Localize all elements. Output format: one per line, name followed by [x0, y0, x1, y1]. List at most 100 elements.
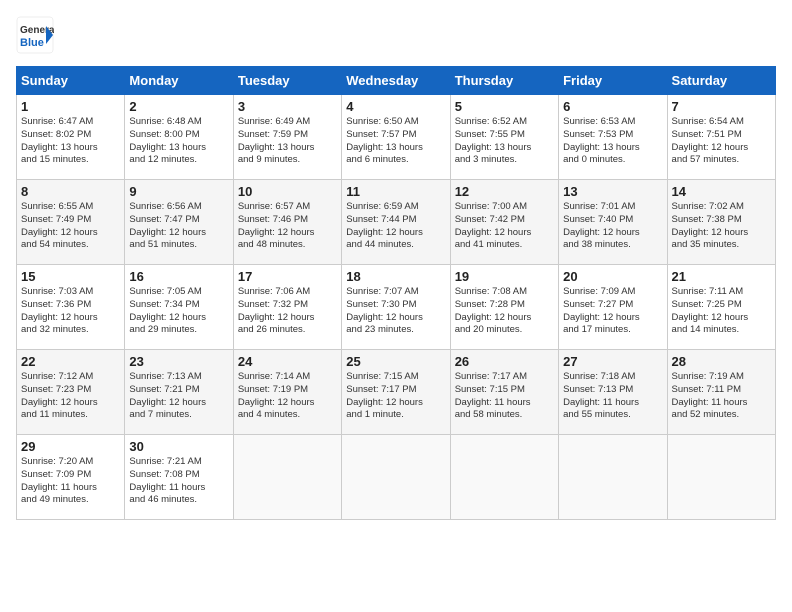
- calendar-cell: 24Sunrise: 7:14 AMSunset: 7:19 PMDayligh…: [233, 350, 341, 435]
- day-number: 30: [129, 439, 228, 454]
- day-number: 8: [21, 184, 120, 199]
- calendar-cell: 17Sunrise: 7:06 AMSunset: 7:32 PMDayligh…: [233, 265, 341, 350]
- calendar-cell: 6 Sunrise: 6:53 AMSunset: 7:53 PMDaylight…: [559, 95, 667, 180]
- week-row-3: 15 Sunrise: 7:03 AMSunset: 7:36 PMDayligh…: [17, 265, 776, 350]
- header-friday: Friday: [559, 67, 667, 95]
- day-number: 25: [346, 354, 445, 369]
- cell-content: Sunrise: 6:50 AMSunset: 7:57 PMDaylight:…: [346, 116, 445, 167]
- cell-content: Sunrise: 6:53 AMSunset: 7:53 PMDaylight:…: [563, 116, 662, 167]
- cell-content: Sunrise: 7:01 AMSunset: 7:40 PMDaylight:…: [563, 201, 662, 252]
- calendar-cell: 30 Sunrise: 7:21 AMSunset: 7:08 PMDayligh…: [125, 435, 233, 520]
- week-row-5: 29 Sunrise: 7:20 AMSunset: 7:09 PMDayligh…: [17, 435, 776, 520]
- day-number: 3: [238, 99, 337, 114]
- header-thursday: Thursday: [450, 67, 558, 95]
- calendar-cell: 15 Sunrise: 7:03 AMSunset: 7:36 PMDayligh…: [17, 265, 125, 350]
- day-number: 22: [21, 354, 120, 369]
- day-number: 11: [346, 184, 445, 199]
- cell-content: Sunrise: 7:17 AMSunset: 7:15 PMDaylight:…: [455, 371, 554, 422]
- day-number: 14: [672, 184, 771, 199]
- day-number: 29: [21, 439, 120, 454]
- cell-content: Sunrise: 7:12 AMSunset: 7:23 PMDaylight:…: [21, 371, 120, 422]
- calendar-cell: 1 Sunrise: 6:47 AMSunset: 8:02 PMDaylight…: [17, 95, 125, 180]
- day-number: 4: [346, 99, 445, 114]
- day-number: 26: [455, 354, 554, 369]
- page-header: General Blue: [16, 16, 776, 54]
- cell-content: Sunrise: 7:08 AMSunset: 7:28 PMDaylight:…: [455, 286, 554, 337]
- calendar-cell: [342, 435, 450, 520]
- calendar-cell: 13 Sunrise: 7:01 AMSunset: 7:40 PMDayligh…: [559, 180, 667, 265]
- week-row-4: 22 Sunrise: 7:12 AMSunset: 7:23 PMDayligh…: [17, 350, 776, 435]
- day-number: 12: [455, 184, 554, 199]
- calendar-cell: 14 Sunrise: 7:02 AMSunset: 7:38 PMDayligh…: [667, 180, 775, 265]
- calendar-cell: [233, 435, 341, 520]
- calendar-cell: 25Sunrise: 7:15 AMSunset: 7:17 PMDayligh…: [342, 350, 450, 435]
- cell-content: Sunrise: 7:09 AMSunset: 7:27 PMDaylight:…: [563, 286, 662, 337]
- day-number: 17: [238, 269, 337, 284]
- header-wednesday: Wednesday: [342, 67, 450, 95]
- day-number: 9: [129, 184, 228, 199]
- cell-content: Sunrise: 6:52 AMSunset: 7:55 PMDaylight:…: [455, 116, 554, 167]
- header-saturday: Saturday: [667, 67, 775, 95]
- cell-content: Sunrise: 6:54 AMSunset: 7:51 PMDaylight:…: [672, 116, 771, 167]
- cell-content: Sunrise: 7:00 AMSunset: 7:42 PMDaylight:…: [455, 201, 554, 252]
- day-number: 23: [129, 354, 228, 369]
- cell-content: Sunrise: 6:59 AMSunset: 7:44 PMDaylight:…: [346, 201, 445, 252]
- header-sunday: Sunday: [17, 67, 125, 95]
- calendar-cell: 8 Sunrise: 6:55 AMSunset: 7:49 PMDaylight…: [17, 180, 125, 265]
- cell-content: Sunrise: 6:55 AMSunset: 7:49 PMDaylight:…: [21, 201, 120, 252]
- cell-content: Sunrise: 7:07 AMSunset: 7:30 PMDaylight:…: [346, 286, 445, 337]
- cell-content: Sunrise: 7:20 AMSunset: 7:09 PMDaylight:…: [21, 456, 120, 507]
- day-number: 7: [672, 99, 771, 114]
- logo: General Blue: [16, 16, 54, 54]
- calendar-cell: 10 Sunrise: 6:57 AMSunset: 7:46 PMDayligh…: [233, 180, 341, 265]
- calendar-cell: 26 Sunrise: 7:17 AMSunset: 7:15 PMDayligh…: [450, 350, 558, 435]
- day-number: 5: [455, 99, 554, 114]
- cell-content: Sunrise: 7:19 AMSunset: 7:11 PMDaylight:…: [672, 371, 771, 422]
- day-number: 21: [672, 269, 771, 284]
- day-number: 19: [455, 269, 554, 284]
- calendar-cell: 22 Sunrise: 7:12 AMSunset: 7:23 PMDayligh…: [17, 350, 125, 435]
- calendar-cell: 3 Sunrise: 6:49 AMSunset: 7:59 PMDaylight…: [233, 95, 341, 180]
- cell-content: Sunrise: 7:02 AMSunset: 7:38 PMDaylight:…: [672, 201, 771, 252]
- calendar-cell: 19 Sunrise: 7:08 AMSunset: 7:28 PMDayligh…: [450, 265, 558, 350]
- header-monday: Monday: [125, 67, 233, 95]
- svg-text:Blue: Blue: [20, 37, 44, 49]
- cell-content: Sunrise: 6:56 AMSunset: 7:47 PMDaylight:…: [129, 201, 228, 252]
- cell-content: Sunrise: 6:48 AMSunset: 8:00 PMDaylight:…: [129, 116, 228, 167]
- cell-content: Sunrise: 7:18 AMSunset: 7:13 PMDaylight:…: [563, 371, 662, 422]
- cell-content: Sunrise: 7:03 AMSunset: 7:36 PMDaylight:…: [21, 286, 120, 337]
- cell-content: Sunrise: 6:49 AMSunset: 7:59 PMDaylight:…: [238, 116, 337, 167]
- day-number: 1: [21, 99, 120, 114]
- day-number: 16: [129, 269, 228, 284]
- calendar-header: SundayMondayTuesdayWednesdayThursdayFrid…: [17, 67, 776, 95]
- calendar-cell: 9 Sunrise: 6:56 AMSunset: 7:47 PMDaylight…: [125, 180, 233, 265]
- calendar-cell: 23Sunrise: 7:13 AMSunset: 7:21 PMDayligh…: [125, 350, 233, 435]
- calendar-cell: 12 Sunrise: 7:00 AMSunset: 7:42 PMDayligh…: [450, 180, 558, 265]
- week-row-2: 8 Sunrise: 6:55 AMSunset: 7:49 PMDaylight…: [17, 180, 776, 265]
- day-number: 28: [672, 354, 771, 369]
- calendar-cell: 5 Sunrise: 6:52 AMSunset: 7:55 PMDaylight…: [450, 95, 558, 180]
- calendar-cell: 2Sunrise: 6:48 AMSunset: 8:00 PMDaylight…: [125, 95, 233, 180]
- calendar-cell: 11 Sunrise: 6:59 AMSunset: 7:44 PMDayligh…: [342, 180, 450, 265]
- cell-content: Sunrise: 7:11 AMSunset: 7:25 PMDaylight:…: [672, 286, 771, 337]
- day-number: 20: [563, 269, 662, 284]
- calendar-cell: 16 Sunrise: 7:05 AMSunset: 7:34 PMDayligh…: [125, 265, 233, 350]
- header-tuesday: Tuesday: [233, 67, 341, 95]
- calendar-body: 1 Sunrise: 6:47 AMSunset: 8:02 PMDaylight…: [17, 95, 776, 520]
- cell-content: Sunrise: 6:47 AMSunset: 8:02 PMDaylight:…: [21, 116, 120, 167]
- week-row-1: 1 Sunrise: 6:47 AMSunset: 8:02 PMDaylight…: [17, 95, 776, 180]
- calendar-cell: 18Sunrise: 7:07 AMSunset: 7:30 PMDayligh…: [342, 265, 450, 350]
- day-number: 15: [21, 269, 120, 284]
- cell-content: Sunrise: 7:05 AMSunset: 7:34 PMDaylight:…: [129, 286, 228, 337]
- day-number: 10: [238, 184, 337, 199]
- calendar-cell: [667, 435, 775, 520]
- calendar-cell: 7 Sunrise: 6:54 AMSunset: 7:51 PMDaylight…: [667, 95, 775, 180]
- calendar-table: SundayMondayTuesdayWednesdayThursdayFrid…: [16, 66, 776, 520]
- day-number: 27: [563, 354, 662, 369]
- calendar-cell: 20 Sunrise: 7:09 AMSunset: 7:27 PMDayligh…: [559, 265, 667, 350]
- cell-content: Sunrise: 6:57 AMSunset: 7:46 PMDaylight:…: [238, 201, 337, 252]
- calendar-cell: 27 Sunrise: 7:18 AMSunset: 7:13 PMDayligh…: [559, 350, 667, 435]
- day-number: 13: [563, 184, 662, 199]
- cell-content: Sunrise: 7:21 AMSunset: 7:08 PMDaylight:…: [129, 456, 228, 507]
- day-number: 6: [563, 99, 662, 114]
